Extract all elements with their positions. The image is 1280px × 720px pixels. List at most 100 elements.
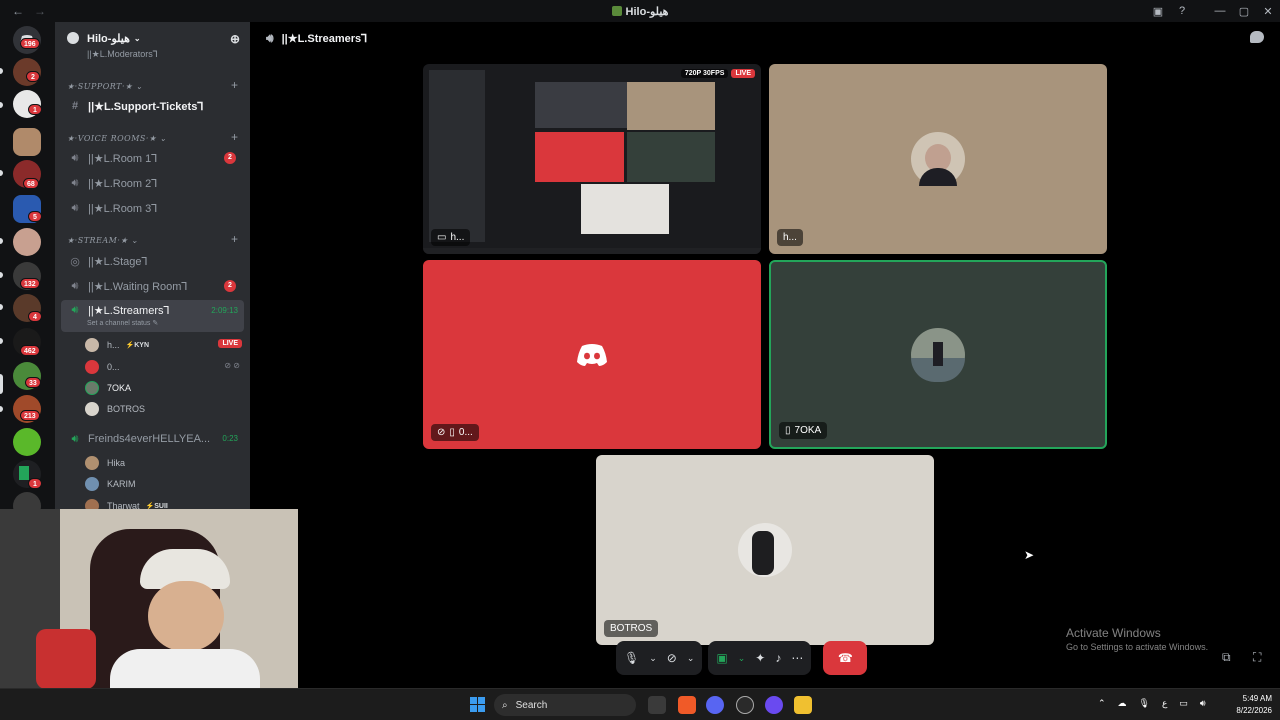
user-tag: ⚡KYN bbox=[125, 342, 150, 349]
category-stream[interactable]: ★·STREAM·★ ⌄ bbox=[67, 236, 138, 245]
camera-off-icon[interactable]: ⊘ bbox=[667, 651, 677, 665]
fullscreen-icon[interactable]: ⛶ bbox=[1253, 650, 1261, 665]
server-icon[interactable] bbox=[13, 128, 41, 156]
stream-tile[interactable]: 720P 30FPS LIVE ▭ h... bbox=[423, 64, 761, 254]
channel-friends[interactable]: 🔊︎ Freinds4everHELLYEA... 0:23 bbox=[61, 428, 244, 450]
stream-preview-tile bbox=[627, 132, 715, 182]
discord-taskbar-icon[interactable] bbox=[706, 696, 724, 714]
channel-support-tickets[interactable]: # ||★L.Support-Tickets⅂ bbox=[61, 95, 244, 117]
microphone-icon[interactable]: 🎙︎ bbox=[624, 651, 639, 665]
mention-count-badge: 2 bbox=[224, 152, 236, 164]
tile-label-text: h... bbox=[783, 232, 797, 243]
file-explorer-icon[interactable] bbox=[794, 696, 812, 714]
live-badge: LIVE bbox=[218, 339, 242, 348]
channel-label: ||★L.Stage⅂ bbox=[88, 255, 148, 268]
task-view-icon[interactable] bbox=[648, 696, 666, 714]
category-voice-rooms[interactable]: ★·VOICE ROOMS·★ ⌄ bbox=[67, 134, 167, 143]
add-channel-icon[interactable]: + bbox=[231, 232, 238, 246]
activities-icon[interactable]: ✦ bbox=[755, 651, 765, 665]
chevron-down-icon[interactable]: ⌄ bbox=[738, 653, 746, 664]
volume-icon[interactable]: 🔊︎ bbox=[1200, 698, 1206, 709]
tile-label: ▯ 7OKA bbox=[779, 422, 828, 439]
voice-user-karim[interactable]: KARIM bbox=[85, 474, 242, 494]
tile-label: ⊘ ▯ 0... bbox=[431, 424, 479, 441]
speaker-icon: 🔊︎ bbox=[71, 304, 79, 316]
add-channel-icon[interactable]: + bbox=[231, 78, 238, 92]
more-icon[interactable]: ⋯ bbox=[791, 651, 803, 665]
inbox-icon[interactable]: ▣ bbox=[1146, 5, 1170, 18]
obs-icon[interactable] bbox=[736, 696, 754, 714]
chevron-down-icon[interactable]: ⌄ bbox=[687, 653, 695, 664]
server-icon[interactable] bbox=[13, 228, 41, 256]
maximize-icon[interactable]: ▢ bbox=[1232, 5, 1256, 18]
channel-waiting-room[interactable]: 🔊︎ ||★L.Waiting Room⅂ 2 bbox=[61, 275, 244, 297]
brave-browser-icon[interactable] bbox=[678, 696, 696, 714]
chevron-down-icon[interactable]: ⌄ bbox=[649, 653, 657, 664]
chat-icon[interactable] bbox=[1250, 31, 1264, 43]
screen-share-icon[interactable]: ▣ bbox=[716, 651, 727, 665]
clock-date: 8/22/2026 bbox=[1236, 706, 1272, 715]
category-label: ★·STREAM·★ bbox=[67, 236, 129, 245]
speaker-icon: 🔊︎ bbox=[266, 30, 274, 45]
voice-user-h[interactable]: h... ⚡KYN LIVE bbox=[85, 335, 242, 355]
mobile-icon: ▯ bbox=[785, 425, 791, 436]
onedrive-icon[interactable]: ☁ bbox=[1118, 698, 1127, 709]
channel-room-2[interactable]: 🔊︎ ||★L.Room 2⅂ bbox=[61, 172, 244, 194]
popout-icon[interactable]: ⧉ bbox=[1222, 650, 1231, 665]
back-arrow-icon[interactable]: ← bbox=[12, 4, 24, 18]
taskbar-search[interactable]: ⌕ Search bbox=[494, 694, 636, 716]
stream-quality-badge: 720P 30FPS bbox=[680, 69, 729, 78]
windows-taskbar: ⌕ Search ⌃ ☁ 🎙︎ ع ▭ 🔊︎ 5:49 AM 8/22/2026 bbox=[0, 688, 1280, 720]
clock[interactable]: 5:49 AM 8/22/2026 bbox=[1236, 693, 1272, 717]
help-icon[interactable]: ? bbox=[1170, 5, 1194, 17]
voice-user-0[interactable]: 0... ⊘ ⊘ bbox=[85, 357, 242, 377]
stage-icon: ◎ bbox=[70, 255, 80, 268]
channel-status[interactable]: Set a channel status ✎ bbox=[87, 319, 158, 327]
app-icon[interactable] bbox=[765, 696, 783, 714]
category-support[interactable]: ★·SUPPORT·★ ⌄ bbox=[67, 82, 143, 91]
channel-label: ||★L.Support-Tickets⅂ bbox=[88, 100, 204, 113]
watermark-title: Activate Windows bbox=[1066, 626, 1161, 640]
user-tile-0[interactable]: ⊘ ▯ 0... bbox=[423, 260, 761, 449]
channel-label: ||★L.Waiting Room⅂ bbox=[88, 280, 188, 293]
avatar bbox=[911, 327, 965, 382]
soundboard-icon[interactable]: ♪ bbox=[775, 651, 781, 665]
deafened-icon: ⊘ bbox=[437, 427, 446, 438]
search-icon: ⌕ bbox=[502, 699, 508, 711]
server-icon[interactable] bbox=[13, 428, 41, 456]
minimize-icon[interactable]: — bbox=[1208, 5, 1232, 17]
voice-user-name: 7OKA bbox=[107, 383, 132, 393]
chevron-up-icon[interactable]: ⌃ bbox=[1098, 698, 1106, 709]
avatar bbox=[738, 523, 792, 577]
user-tile-7oka[interactable]: ▯ 7OKA bbox=[769, 260, 1107, 449]
windows-start-icon[interactable] bbox=[470, 697, 486, 713]
user-tile-botros[interactable]: BOTROS bbox=[596, 455, 934, 645]
forward-arrow-icon[interactable]: → bbox=[34, 4, 46, 18]
channel-room-1[interactable]: 🔊︎ ||★L.Room 1⅂ 2 bbox=[61, 147, 244, 169]
speaker-icon: 🔊︎ bbox=[71, 201, 79, 214]
microphone-icon[interactable]: 🎙︎ bbox=[1139, 698, 1150, 709]
language-indicator[interactable]: ع bbox=[1162, 698, 1167, 709]
voice-user-hika[interactable]: Hika bbox=[85, 453, 242, 473]
close-icon[interactable]: ✕ bbox=[1256, 5, 1280, 18]
network-icon[interactable]: ▭ bbox=[1179, 698, 1188, 709]
tile-label-text: BOTROS bbox=[610, 623, 653, 634]
channel-room-3[interactable]: 🔊︎ ||★L.Room 3⅂ bbox=[61, 197, 244, 219]
streamer-webcam bbox=[0, 509, 298, 689]
hang-up-icon: ☎ bbox=[837, 651, 853, 665]
speaker-icon: 🔊︎ bbox=[71, 176, 79, 189]
channel-streamers[interactable]: 🔊︎ ||★L.Streamers⅂ 2:09:13 Set a channel… bbox=[61, 300, 244, 332]
add-channel-icon[interactable]: + bbox=[231, 130, 238, 144]
channel-label: ||★L.Moderators⅂ bbox=[87, 48, 158, 59]
disconnect-button[interactable]: ☎ bbox=[823, 641, 868, 675]
share-control: ▣ ⌄ ✦ ♪ ⋯ bbox=[708, 641, 812, 675]
user-tile-h[interactable]: h... bbox=[769, 64, 1107, 254]
voice-user-name: 0... bbox=[107, 362, 120, 372]
channel-stage[interactable]: ◎ ||★L.Stage⅂ bbox=[61, 250, 244, 272]
window-title-text: Hilo-هيلو bbox=[625, 5, 669, 18]
voice-user-7oka[interactable]: 7OKA bbox=[85, 378, 242, 398]
voice-user-botros[interactable]: BOTROS bbox=[85, 399, 242, 419]
pencil-icon: ✎ bbox=[152, 320, 159, 327]
channel-moderators[interactable]: ||★L.Moderators⅂ bbox=[61, 48, 244, 60]
invite-people-icon[interactable]: ⊕ bbox=[230, 32, 240, 46]
